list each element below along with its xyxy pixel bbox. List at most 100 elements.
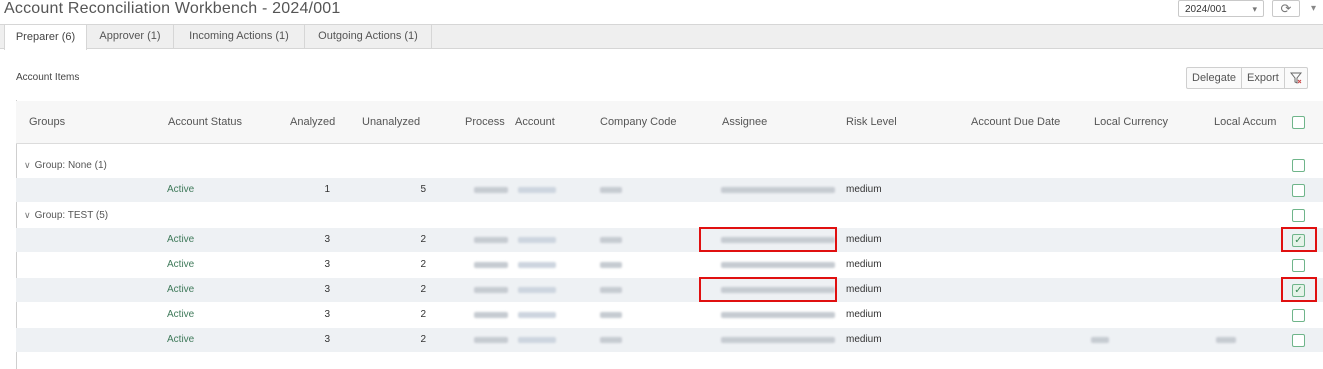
table-row[interactable]: Active 3 2 medium ✓	[16, 228, 1323, 252]
process-redacted	[474, 287, 508, 293]
row-checkbox[interactable]	[1292, 259, 1305, 272]
process-redacted	[474, 237, 508, 243]
company-code-redacted	[600, 237, 622, 243]
account-redacted	[518, 237, 556, 243]
table-row[interactable]: Active 3 2 medium	[16, 303, 1323, 327]
select-all-checkbox[interactable]	[1292, 116, 1305, 129]
row-checkbox[interactable]: ✓	[1292, 234, 1305, 247]
export-button[interactable]: Export	[1242, 68, 1285, 88]
refresh-icon: ⟳	[1280, 1, 1292, 16]
group-label: Group: TEST (5)	[34, 210, 109, 221]
account-status: Active	[167, 284, 195, 295]
filter-button[interactable]	[1285, 68, 1307, 88]
assignee-redacted	[721, 237, 835, 243]
group-row[interactable]: ∨ Group: TEST (5)	[16, 203, 1323, 227]
analyzed-value: 1	[324, 184, 330, 195]
col-account-due-date[interactable]: Account Due Date	[971, 101, 1060, 143]
chevron-down-icon: ▾	[1252, 4, 1257, 14]
company-code-redacted	[600, 262, 622, 268]
row-checkbox[interactable]	[1292, 334, 1305, 347]
col-local-currency[interactable]: Local Currency	[1094, 101, 1168, 143]
table-row[interactable]: Active 1 5 medium	[16, 178, 1323, 202]
process-redacted	[474, 337, 508, 343]
col-process[interactable]: Process	[465, 101, 505, 143]
table-header: Groups Account Status Analyzed Unanalyze…	[16, 101, 1323, 144]
tab-approver[interactable]: Approver (1)	[87, 24, 174, 49]
assignee-redacted	[721, 287, 835, 293]
col-analyzed[interactable]: Analyzed	[290, 101, 335, 143]
row-checkbox[interactable]: ✓	[1292, 284, 1305, 297]
account-status: Active	[167, 309, 195, 320]
account-redacted	[518, 187, 556, 193]
unanalyzed-value: 2	[420, 334, 426, 345]
col-risk-level[interactable]: Risk Level	[846, 101, 897, 143]
analyzed-value: 3	[324, 309, 330, 320]
col-groups[interactable]: Groups	[29, 101, 65, 143]
table-row[interactable]: Active 3 2 medium	[16, 328, 1323, 352]
col-company-code[interactable]: Company Code	[600, 101, 676, 143]
page-title: Account Reconciliation Workbench - 2024/…	[4, 0, 341, 17]
account-redacted	[518, 262, 556, 268]
unanalyzed-value: 2	[420, 234, 426, 245]
assignee-redacted	[721, 312, 835, 318]
col-account[interactable]: Account	[515, 101, 555, 143]
chevron-down-icon[interactable]: ▾	[1311, 0, 1316, 17]
local-accum-redacted	[1216, 337, 1236, 343]
chevron-down-icon: ∨	[24, 160, 31, 170]
account-redacted	[518, 312, 556, 318]
process-redacted	[474, 262, 508, 268]
row-checkbox[interactable]	[1292, 309, 1305, 322]
risk-level: medium	[846, 334, 882, 345]
risk-level: medium	[846, 184, 882, 195]
process-redacted	[474, 187, 508, 193]
risk-level: medium	[846, 234, 882, 245]
process-redacted	[474, 312, 508, 318]
col-assignee[interactable]: Assignee	[722, 101, 767, 143]
analyzed-value: 3	[324, 284, 330, 295]
risk-level: medium	[846, 284, 882, 295]
filter-icon	[1289, 72, 1302, 84]
col-local-accum[interactable]: Local Accum	[1214, 101, 1276, 143]
unanalyzed-value: 2	[420, 284, 426, 295]
period-value: 2024/001	[1185, 4, 1227, 15]
chevron-down-icon: ∨	[24, 210, 31, 220]
table-row[interactable]: Active 3 2 medium ✓	[16, 278, 1323, 302]
delegate-button[interactable]: Delegate	[1187, 68, 1243, 88]
risk-level: medium	[846, 259, 882, 270]
row-checkbox[interactable]	[1292, 184, 1305, 197]
group-checkbox[interactable]	[1292, 159, 1305, 172]
assignee-redacted	[721, 337, 835, 343]
action-toolbar: Delegate Export	[1186, 67, 1308, 89]
unanalyzed-value: 2	[420, 259, 426, 270]
account-status: Active	[167, 259, 195, 270]
account-status: Active	[167, 334, 195, 345]
tab-incoming-actions[interactable]: Incoming Actions (1)	[174, 24, 305, 49]
group-checkbox[interactable]	[1292, 209, 1305, 222]
table-row[interactable]: Active 3 2 medium	[16, 253, 1323, 277]
tab-bar: Preparer (6) Approver (1) Incoming Actio…	[0, 24, 1323, 50]
company-code-redacted	[600, 337, 622, 343]
company-code-redacted	[600, 287, 622, 293]
company-code-redacted	[600, 187, 622, 193]
unanalyzed-value: 2	[420, 309, 426, 320]
col-account-status[interactable]: Account Status	[168, 101, 242, 143]
tab-preparer[interactable]: Preparer (6)	[4, 24, 87, 50]
company-code-redacted	[600, 312, 622, 318]
tab-outgoing-actions[interactable]: Outgoing Actions (1)	[305, 24, 432, 49]
analyzed-value: 3	[324, 334, 330, 345]
account-status: Active	[167, 234, 195, 245]
local-currency-redacted	[1091, 337, 1109, 343]
group-row[interactable]: ∨ Group: None (1)	[16, 153, 1323, 177]
unanalyzed-value: 5	[420, 184, 426, 195]
period-select[interactable]: 2024/001 ▾	[1178, 0, 1264, 17]
col-unanalyzed[interactable]: Unanalyzed	[362, 101, 420, 143]
analyzed-value: 3	[324, 259, 330, 270]
analyzed-value: 3	[324, 234, 330, 245]
account-redacted	[518, 337, 556, 343]
risk-level: medium	[846, 309, 882, 320]
account-status: Active	[167, 184, 195, 195]
assignee-redacted	[721, 187, 835, 193]
group-label: Group: None (1)	[34, 160, 107, 171]
refresh-button[interactable]: ⟳	[1272, 0, 1300, 17]
section-title: Account Items	[16, 72, 80, 83]
